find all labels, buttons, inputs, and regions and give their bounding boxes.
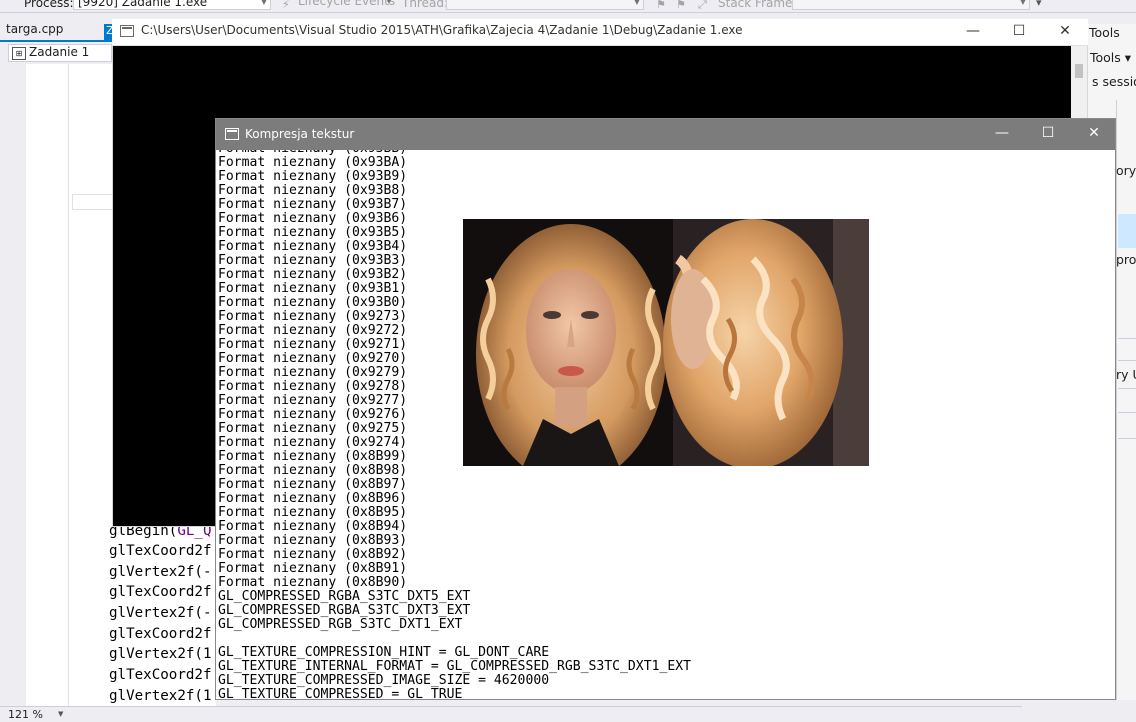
separator: [1118, 438, 1136, 439]
separator: [1118, 412, 1136, 413]
kompresja-title: Kompresja tekstur: [245, 127, 355, 141]
maximize-button[interactable]: ☐: [996, 19, 1042, 45]
toolbar-overflow-icon[interactable]: ▾: [1036, 0, 1042, 9]
console-title: C:\Users\User\Documents\Visual Studio 20…: [141, 23, 743, 37]
chevron-down-icon: ▼: [260, 0, 267, 6]
panel-footer: [1022, 700, 1136, 721]
session-label: s session: [1092, 74, 1136, 89]
project-nav-combo[interactable]: ⊞ Zadanie 1: [8, 44, 112, 62]
console-scroll-thumb[interactable]: [1075, 64, 1083, 78]
process-label: Process:: [24, 0, 74, 10]
process-combo[interactable]: [9920] Zadanie 1.exe ▼: [73, 0, 271, 10]
editor-line-gutter: [26, 64, 69, 706]
zoom-value: 121 %: [8, 708, 43, 721]
process-value: [9920] Zadanie 1.exe: [78, 0, 208, 9]
chevron-down-icon: ▼: [58, 710, 64, 718]
kompresja-app-icon: [225, 128, 239, 140]
tools-tab[interactable]: Tools: [1089, 25, 1120, 40]
maximize-button[interactable]: ☐: [1025, 121, 1071, 147]
chevron-down-icon: ▼: [385, 0, 392, 5]
lifecycle-label: Lifecycle Events: [298, 0, 396, 8]
panel-divider: [1116, 100, 1117, 706]
vs-debug-toolbar: Process: [9920] Zadanie 1.exe ▼ ⚡ Lifecy…: [0, 0, 1136, 13]
console-app-icon: [120, 25, 134, 37]
flag-icon[interactable]: ⚑: [656, 0, 666, 11]
minimize-button[interactable]: —: [979, 121, 1025, 147]
close-button[interactable]: ✕: [1042, 19, 1088, 45]
selected-row[interactable]: [1118, 214, 1136, 248]
filter-icon[interactable]: ⚑: [676, 0, 686, 11]
minimize-button[interactable]: —: [950, 19, 996, 45]
editor-hscroll[interactable]: [68, 706, 1023, 722]
kompresja-titlebar[interactable]: Kompresja tekstur — ☐ ✕: [216, 119, 1115, 150]
chevron-down-icon: ▼: [633, 0, 640, 6]
current-line-highlight: [72, 194, 112, 210]
memory-usage-label: ry U: [1116, 367, 1136, 382]
stack-frame-label: Stack Frame:: [718, 0, 797, 10]
console-titlebar[interactable]: C:\Users\User\Documents\Visual Studio 20…: [112, 19, 1088, 46]
kompresja-window[interactable]: Kompresja tekstur — ☐ ✕ Format nieznany …: [215, 118, 1116, 700]
code-line: glVertex2f(-: [109, 564, 212, 580]
thread-label: Thread:: [402, 0, 449, 10]
code-line: glTexCoord2f: [109, 667, 212, 683]
project-icon: ⊞: [12, 47, 26, 60]
lifecycle-icon: ⚡: [282, 0, 290, 11]
expand-icon[interactable]: ⤢: [698, 0, 707, 12]
chevron-down-icon: ▼: [1019, 0, 1026, 6]
tab-targa-cpp[interactable]: targa.cpp: [6, 22, 63, 36]
editor-indicator-margin: [0, 64, 26, 706]
stack-frame-combo[interactable]: ▼: [792, 0, 1030, 10]
separator: [1118, 360, 1136, 361]
zoom-combo[interactable]: 121 % ▼: [0, 706, 68, 722]
code-line: glVertex2f(1: [109, 688, 212, 704]
separator: [1118, 338, 1136, 339]
texture-image-svg: [463, 219, 869, 466]
code-line: glTexCoord2f: [109, 626, 212, 642]
code-line: glTexCoord2f: [109, 543, 212, 559]
texture-image: [463, 219, 869, 466]
kompresja-canvas[interactable]: Format nieznany (0x93BB) Format nieznany…: [216, 150, 1115, 699]
memory-label: ory (: [1116, 163, 1136, 178]
tab-underline: [0, 40, 112, 42]
process-label-right: proc: [1116, 252, 1136, 267]
code-line: glTexCoord2f: [109, 584, 212, 600]
lifecycle-events-button[interactable]: Lifecycle Events ▼: [294, 0, 402, 10]
code-line: glVertex2f(-: [109, 605, 212, 621]
close-button[interactable]: ✕: [1071, 121, 1115, 147]
separator: [1118, 388, 1136, 389]
code-line: glVertex2f(1: [109, 646, 212, 662]
project-name: Zadanie 1: [29, 45, 90, 59]
thread-combo[interactable]: ▼: [446, 0, 644, 10]
tools-menu[interactable]: Tools ▾: [1090, 50, 1131, 65]
